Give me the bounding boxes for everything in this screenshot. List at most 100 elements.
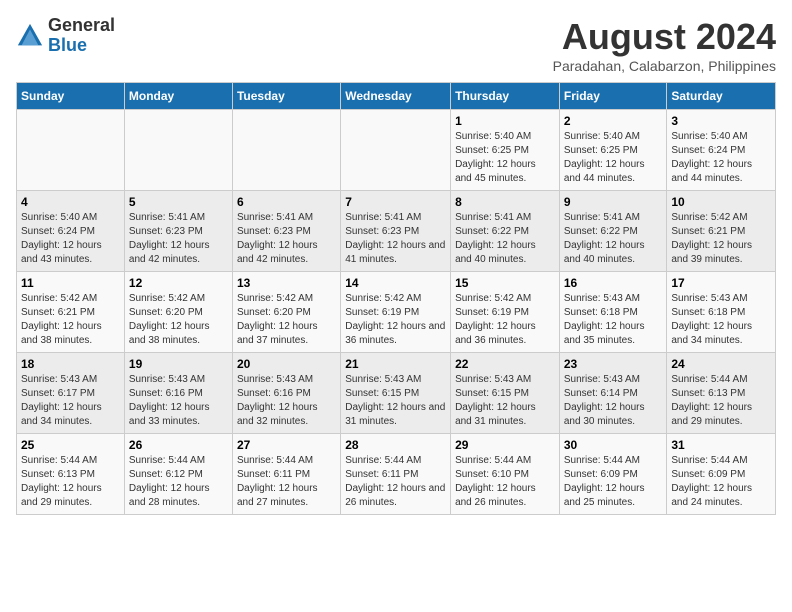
subtitle: Paradahan, Calabarzon, Philippines <box>553 58 776 74</box>
day-number: 22 <box>455 357 555 371</box>
calendar-cell <box>17 110 125 191</box>
day-detail: Sunrise: 5:43 AM Sunset: 6:17 PM Dayligh… <box>21 373 120 429</box>
calendar-cell <box>341 110 451 191</box>
day-detail: Sunrise: 5:44 AM Sunset: 6:11 PM Dayligh… <box>237 454 336 510</box>
day-detail: Sunrise: 5:41 AM Sunset: 6:22 PM Dayligh… <box>455 211 555 267</box>
day-header: Tuesday <box>232 83 340 110</box>
calendar-cell: 9Sunrise: 5:41 AM Sunset: 6:22 PM Daylig… <box>559 191 667 272</box>
day-detail: Sunrise: 5:40 AM Sunset: 6:25 PM Dayligh… <box>455 130 555 186</box>
calendar-table: SundayMondayTuesdayWednesdayThursdayFrid… <box>16 82 776 515</box>
calendar-cell: 4 Sunrise: 5:40 AM Sunset: 6:24 PM Daylig… <box>17 191 125 272</box>
day-header: Friday <box>559 83 667 110</box>
calendar-cell: 21Sunrise: 5:43 AM Sunset: 6:15 PM Dayli… <box>341 353 451 434</box>
day-number: 29 <box>455 438 555 452</box>
day-detail: Sunrise: 5:40 AM Sunset: 6:24 PM Dayligh… <box>21 211 120 267</box>
day-detail: Sunrise: 5:44 AM Sunset: 6:09 PM Dayligh… <box>564 454 663 510</box>
title-area: August 2024 Paradahan, Calabarzon, Phili… <box>553 16 776 74</box>
day-header: Saturday <box>667 83 776 110</box>
day-detail: Sunrise: 5:42 AM Sunset: 6:19 PM Dayligh… <box>455 292 555 348</box>
calendar-cell: 31 Sunrise: 5:44 AM Sunset: 6:09 PM Dayli… <box>667 434 776 515</box>
day-number: 20 <box>237 357 336 371</box>
calendar-week-row: 4 Sunrise: 5:40 AM Sunset: 6:24 PM Daylig… <box>17 191 776 272</box>
day-number: 8 <box>455 195 555 209</box>
calendar-cell: 3Sunrise: 5:40 AM Sunset: 6:24 PM Daylig… <box>667 110 776 191</box>
day-number: 3 <box>671 114 771 128</box>
logo-icon <box>16 22 44 50</box>
day-number: 13 <box>237 276 336 290</box>
day-detail: Sunrise: 5:44 AM Sunset: 6:13 PM Dayligh… <box>21 454 120 510</box>
calendar-cell: 27 Sunrise: 5:44 AM Sunset: 6:11 PM Dayli… <box>232 434 340 515</box>
day-number: 6 <box>237 195 336 209</box>
day-detail: Sunrise: 5:41 AM Sunset: 6:23 PM Dayligh… <box>129 211 228 267</box>
day-number: 18 <box>21 357 120 371</box>
day-header: Sunday <box>17 83 125 110</box>
calendar-cell: 30 Sunrise: 5:44 AM Sunset: 6:09 PM Dayli… <box>559 434 667 515</box>
calendar-cell: 19 Sunrise: 5:43 AM Sunset: 6:16 PM Dayli… <box>124 353 232 434</box>
day-number: 1 <box>455 114 555 128</box>
day-number: 19 <box>129 357 228 371</box>
calendar-cell: 18 Sunrise: 5:43 AM Sunset: 6:17 PM Dayli… <box>17 353 125 434</box>
day-number: 5 <box>129 195 228 209</box>
calendar-cell: 17 Sunrise: 5:43 AM Sunset: 6:18 PM Dayli… <box>667 272 776 353</box>
day-number: 15 <box>455 276 555 290</box>
day-number: 21 <box>345 357 446 371</box>
day-number: 28 <box>345 438 446 452</box>
calendar-week-row: 18 Sunrise: 5:43 AM Sunset: 6:17 PM Dayli… <box>17 353 776 434</box>
day-detail: Sunrise: 5:42 AM Sunset: 6:21 PM Dayligh… <box>21 292 120 348</box>
day-number: 27 <box>237 438 336 452</box>
header-row: SundayMondayTuesdayWednesdayThursdayFrid… <box>17 83 776 110</box>
calendar-cell <box>124 110 232 191</box>
calendar-cell: 8 Sunrise: 5:41 AM Sunset: 6:22 PM Daylig… <box>451 191 560 272</box>
day-number: 31 <box>671 438 771 452</box>
day-number: 23 <box>564 357 663 371</box>
day-detail: Sunrise: 5:44 AM Sunset: 6:10 PM Dayligh… <box>455 454 555 510</box>
logo-general: General <box>48 16 115 36</box>
day-number: 24 <box>671 357 771 371</box>
day-number: 16 <box>564 276 663 290</box>
day-number: 10 <box>671 195 771 209</box>
day-number: 12 <box>129 276 228 290</box>
calendar-cell: 16Sunrise: 5:43 AM Sunset: 6:18 PM Dayli… <box>559 272 667 353</box>
calendar-cell: 20 Sunrise: 5:43 AM Sunset: 6:16 PM Dayli… <box>232 353 340 434</box>
day-detail: Sunrise: 5:43 AM Sunset: 6:16 PM Dayligh… <box>129 373 228 429</box>
calendar-cell: 22 Sunrise: 5:43 AM Sunset: 6:15 PM Dayli… <box>451 353 560 434</box>
day-header: Monday <box>124 83 232 110</box>
calendar-cell: 29 Sunrise: 5:44 AM Sunset: 6:10 PM Dayli… <box>451 434 560 515</box>
calendar-week-row: 1 Sunrise: 5:40 AM Sunset: 6:25 PM Daylig… <box>17 110 776 191</box>
day-detail: Sunrise: 5:42 AM Sunset: 6:20 PM Dayligh… <box>129 292 228 348</box>
calendar-cell: 25 Sunrise: 5:44 AM Sunset: 6:13 PM Dayli… <box>17 434 125 515</box>
day-detail: Sunrise: 5:42 AM Sunset: 6:21 PM Dayligh… <box>671 211 771 267</box>
day-detail: Sunrise: 5:43 AM Sunset: 6:14 PM Dayligh… <box>564 373 663 429</box>
day-detail: Sunrise: 5:43 AM Sunset: 6:16 PM Dayligh… <box>237 373 336 429</box>
day-detail: Sunrise: 5:43 AM Sunset: 6:18 PM Dayligh… <box>671 292 771 348</box>
day-number: 2 <box>564 114 663 128</box>
day-number: 30 <box>564 438 663 452</box>
day-number: 4 <box>21 195 120 209</box>
calendar-cell: 26Sunrise: 5:44 AM Sunset: 6:12 PM Dayli… <box>124 434 232 515</box>
logo-blue: Blue <box>48 36 115 56</box>
calendar-cell: 14Sunrise: 5:42 AM Sunset: 6:19 PM Dayli… <box>341 272 451 353</box>
calendar-cell: 1 Sunrise: 5:40 AM Sunset: 6:25 PM Daylig… <box>451 110 560 191</box>
day-header: Thursday <box>451 83 560 110</box>
day-number: 11 <box>21 276 120 290</box>
calendar-cell <box>232 110 340 191</box>
calendar-week-row: 11 Sunrise: 5:42 AM Sunset: 6:21 PM Dayli… <box>17 272 776 353</box>
calendar-cell: 15 Sunrise: 5:42 AM Sunset: 6:19 PM Dayli… <box>451 272 560 353</box>
logo: General Blue <box>16 16 115 56</box>
day-detail: Sunrise: 5:43 AM Sunset: 6:15 PM Dayligh… <box>455 373 555 429</box>
calendar-cell: 5 Sunrise: 5:41 AM Sunset: 6:23 PM Daylig… <box>124 191 232 272</box>
month-title: August 2024 <box>553 16 776 58</box>
day-detail: Sunrise: 5:41 AM Sunset: 6:23 PM Dayligh… <box>345 211 446 267</box>
calendar-cell: 11 Sunrise: 5:42 AM Sunset: 6:21 PM Dayli… <box>17 272 125 353</box>
day-detail: Sunrise: 5:44 AM Sunset: 6:13 PM Dayligh… <box>671 373 771 429</box>
day-number: 17 <box>671 276 771 290</box>
calendar-week-row: 25 Sunrise: 5:44 AM Sunset: 6:13 PM Dayli… <box>17 434 776 515</box>
calendar-cell: 12 Sunrise: 5:42 AM Sunset: 6:20 PM Dayli… <box>124 272 232 353</box>
day-header: Wednesday <box>341 83 451 110</box>
day-number: 25 <box>21 438 120 452</box>
day-detail: Sunrise: 5:40 AM Sunset: 6:25 PM Dayligh… <box>564 130 663 186</box>
day-detail: Sunrise: 5:44 AM Sunset: 6:12 PM Dayligh… <box>129 454 228 510</box>
calendar-cell: 10 Sunrise: 5:42 AM Sunset: 6:21 PM Dayli… <box>667 191 776 272</box>
day-detail: Sunrise: 5:44 AM Sunset: 6:09 PM Dayligh… <box>671 454 771 510</box>
calendar-cell: 13Sunrise: 5:42 AM Sunset: 6:20 PM Dayli… <box>232 272 340 353</box>
